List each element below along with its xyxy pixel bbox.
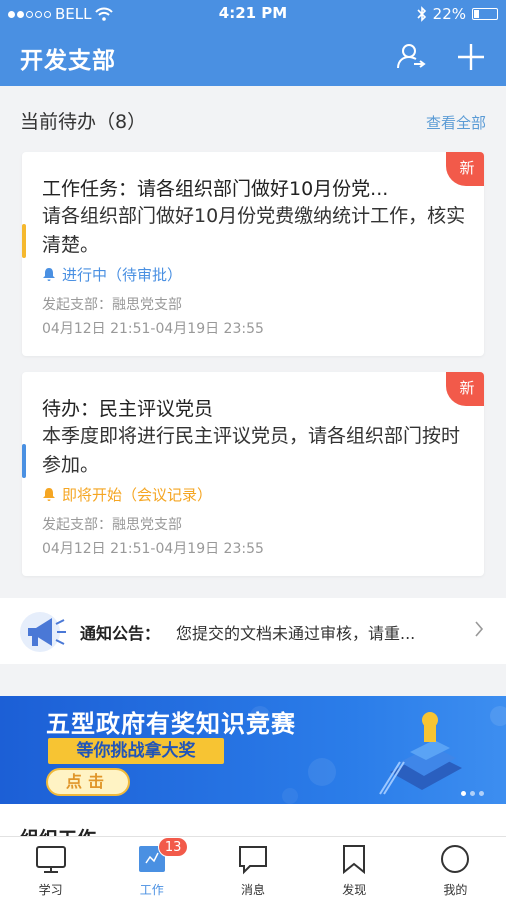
new-badge: 新 (446, 372, 484, 406)
app-header: 开发支部 (0, 28, 506, 86)
todo-section-title: 当前待办（8） (20, 111, 147, 133)
card-description: 请各组织部门做好10月份党费缴纳统计工作，核实清楚。 (42, 205, 466, 256)
work-badge: 13 (157, 837, 189, 857)
card-status-text: 进行中（待审批） (62, 266, 183, 284)
message-icon (239, 846, 267, 875)
card-branch: 发起支部：融思党支部 (42, 297, 182, 313)
banner-click-button[interactable]: 点击 (46, 768, 130, 796)
todo-section: 当前待办（8） 查看全部 新 工作任务：请各组织部门做好10月份党... 请各组… (0, 86, 506, 596)
status-right: 22% (417, 5, 498, 23)
card-branch: 发起支部：融思党支部 (42, 517, 182, 533)
promo-banner[interactable]: 五型政府有奖知识竞赛 等你挑战拿大奖 点击 (0, 696, 506, 804)
add-icon[interactable] (452, 38, 490, 76)
new-badge: 新 (446, 152, 484, 186)
tab-bar: 学习 13 工作 消息 发现 我的 (0, 836, 506, 900)
chevron-right-icon (475, 621, 484, 637)
card-accent-bar (22, 224, 26, 258)
notice-text: 您提交的文档未通过审核，请重... (176, 624, 416, 643)
pagination-dot[interactable] (479, 791, 484, 796)
banner-pagination (461, 791, 484, 796)
card-time: 04月12日 21:51-04月19日 23:55 (42, 541, 264, 557)
banner-subtitle: 等你挑战拿大奖 (48, 738, 224, 764)
page-title: 开发支部 (20, 48, 116, 74)
tab-label: 工作 (139, 883, 164, 897)
megaphone-icon (20, 612, 66, 652)
card-status: 进行中（待审批） (42, 264, 182, 285)
profile-icon (441, 845, 470, 873)
battery-icon (472, 8, 498, 20)
status-bar: BELL 4:21 PM 22% (0, 0, 506, 28)
tab-label: 消息 (241, 883, 266, 897)
battery-percent: 22% (432, 5, 466, 23)
notice-label: 通知公告： (80, 624, 161, 643)
card-title: 待办：民主评议党员 (42, 398, 214, 420)
bell-icon (43, 268, 55, 281)
bluetooth-icon (417, 6, 426, 22)
card-time: 04月12日 21:51-04月19日 23:55 (42, 321, 264, 337)
monitor-icon (35, 846, 66, 873)
notice-bar[interactable]: 通知公告： 您提交的文档未通过审核，请重... (0, 598, 506, 664)
tab-work[interactable]: 13 工作 (101, 837, 202, 900)
card-status-text: 即将开始（会议记录） (62, 486, 213, 504)
pagination-dot[interactable] (470, 791, 475, 796)
bell-icon (43, 488, 55, 501)
bookmark-icon (343, 845, 366, 875)
tab-label: 我的 (443, 883, 468, 897)
trophy-illustration (379, 712, 462, 795)
tab-profile[interactable]: 我的 (405, 837, 506, 900)
todo-card[interactable]: 新 工作任务：请各组织部门做好10月份党... 请各组织部门做好10月份党费缴纳… (22, 152, 484, 356)
card-accent-bar (22, 444, 26, 478)
card-title: 工作任务：请各组织部门做好10月份党... (42, 178, 389, 200)
tab-discover[interactable]: 发现 (304, 837, 405, 900)
card-description: 本季度即将进行民主评议党员，请各组织部门按时参加。 (42, 425, 461, 476)
tab-label: 学习 (38, 883, 63, 897)
pagination-dot[interactable] (461, 791, 466, 796)
tab-label: 发现 (342, 883, 367, 897)
tab-study[interactable]: 学习 (0, 837, 101, 900)
tab-messages[interactable]: 消息 (202, 837, 303, 900)
view-all-link[interactable]: 查看全部 (426, 112, 486, 133)
switch-user-icon[interactable] (392, 38, 430, 76)
todo-card[interactable]: 新 待办：民主评议党员 本季度即将进行民主评议党员，请各组织部门按时参加。 即将… (22, 372, 484, 576)
banner-title: 五型政府有奖知识竞赛 (46, 710, 296, 738)
card-status: 即将开始（会议记录） (42, 484, 212, 505)
